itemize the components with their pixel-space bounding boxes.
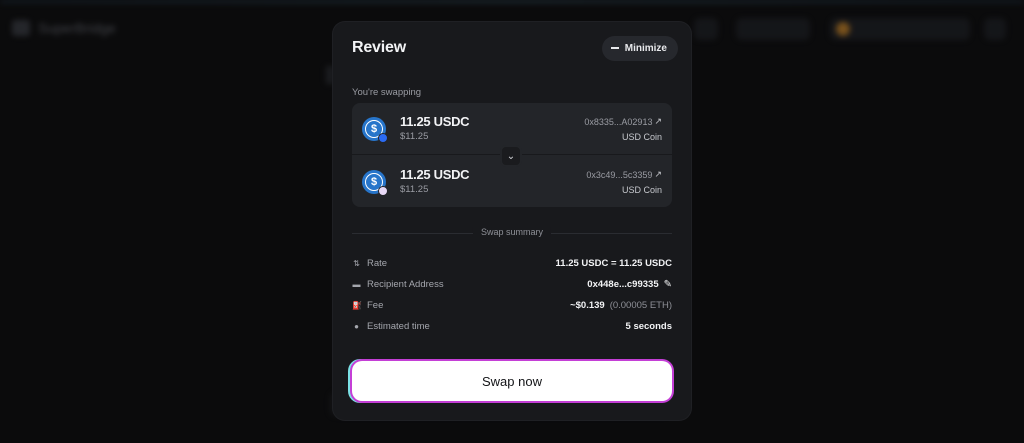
background-chip xyxy=(736,18,810,40)
external-link-icon: ↗ xyxy=(654,169,662,179)
from-coin-name: USD Coin xyxy=(621,132,662,142)
wallet-avatar-icon xyxy=(836,22,850,36)
time-value: 5 seconds xyxy=(625,321,672,332)
background-chip xyxy=(694,18,718,40)
from-token-address: 0x8335...A02913 xyxy=(584,116,653,127)
minimize-label: Minimize xyxy=(624,42,667,54)
chevron-down-icon: ⌄ xyxy=(506,150,516,162)
swap-card: $ 11.25 USDC $11.25 0x8335...A02913 ↗ US… xyxy=(352,103,672,207)
from-token-address-link[interactable]: 0x8335...A02913 ↗ xyxy=(584,116,662,127)
arrows-updown-icon: ⇅ xyxy=(353,259,360,268)
swap-now-button[interactable]: Swap now xyxy=(352,361,672,401)
background-logo: SuperBridge xyxy=(12,20,116,36)
from-usd-value: $11.25 xyxy=(400,131,429,142)
pencil-icon[interactable]: ✎ xyxy=(664,279,672,290)
fee-label: Fee xyxy=(367,300,384,311)
fee-row: ⛽ Fee ~$0.139 (0.00005 ETH) xyxy=(352,295,672,316)
recipient-value: 0x448e...c99335 xyxy=(587,279,659,290)
to-coin-name: USD Coin xyxy=(621,185,662,195)
external-link-icon: ↗ xyxy=(654,116,662,126)
review-modal: Review Minimize You're swapping $ 11.25 … xyxy=(333,22,691,420)
recipient-row: ▬ Recipient Address 0x448e...c99335 ✎ xyxy=(352,274,673,295)
minimize-button[interactable]: Minimize xyxy=(601,35,678,61)
summary-list: ⇅ Rate 11.25 USDC = 11.25 USDC ▬ Recipie… xyxy=(352,253,672,337)
to-token-address: 0x3c49...5c3359 xyxy=(586,169,653,180)
base-chain-icon xyxy=(378,133,388,143)
modal-title: Review xyxy=(352,39,406,56)
minus-icon xyxy=(610,47,619,49)
usdc-icon: $ xyxy=(362,170,388,196)
destination-chain-icon xyxy=(378,186,388,196)
from-amount: 11.25 USDC xyxy=(400,114,470,129)
rate-label: Rate xyxy=(367,258,388,269)
to-usd-value: $11.25 xyxy=(400,184,429,195)
modal-header: Review Minimize xyxy=(352,35,678,61)
recipient-label: Recipient Address xyxy=(367,279,444,290)
swap-direction-toggle[interactable]: ⌄ xyxy=(500,145,522,167)
rate-row: ⇅ Rate 11.25 USDC = 11.25 USDC xyxy=(352,253,672,274)
gas-pump-icon: ⛽ xyxy=(352,301,362,310)
wallet-icon: ▬ xyxy=(352,280,361,289)
clock-icon: ● xyxy=(354,322,359,331)
fee-value: ~$0.139 xyxy=(570,300,605,311)
top-accent-line xyxy=(0,0,1024,3)
logo-icon xyxy=(12,20,30,36)
fee-eth-value: (0.00005 ETH) xyxy=(609,300,672,311)
background-app-name: SuperBridge xyxy=(38,20,116,36)
swap-summary-label: Swap summary xyxy=(472,227,552,237)
background-chip xyxy=(984,18,1006,40)
to-amount: 11.25 USDC xyxy=(400,167,470,182)
time-row: ● Estimated time 5 seconds xyxy=(352,316,672,337)
rate-value: 11.25 USDC = 11.25 USDC xyxy=(555,258,672,269)
time-label: Estimated time xyxy=(367,321,430,332)
to-token-address-link[interactable]: 0x3c49...5c3359 ↗ xyxy=(586,169,662,180)
background-wallet-chip xyxy=(830,18,970,40)
swapping-section-label: You're swapping xyxy=(352,87,422,98)
usdc-icon: $ xyxy=(362,117,388,143)
